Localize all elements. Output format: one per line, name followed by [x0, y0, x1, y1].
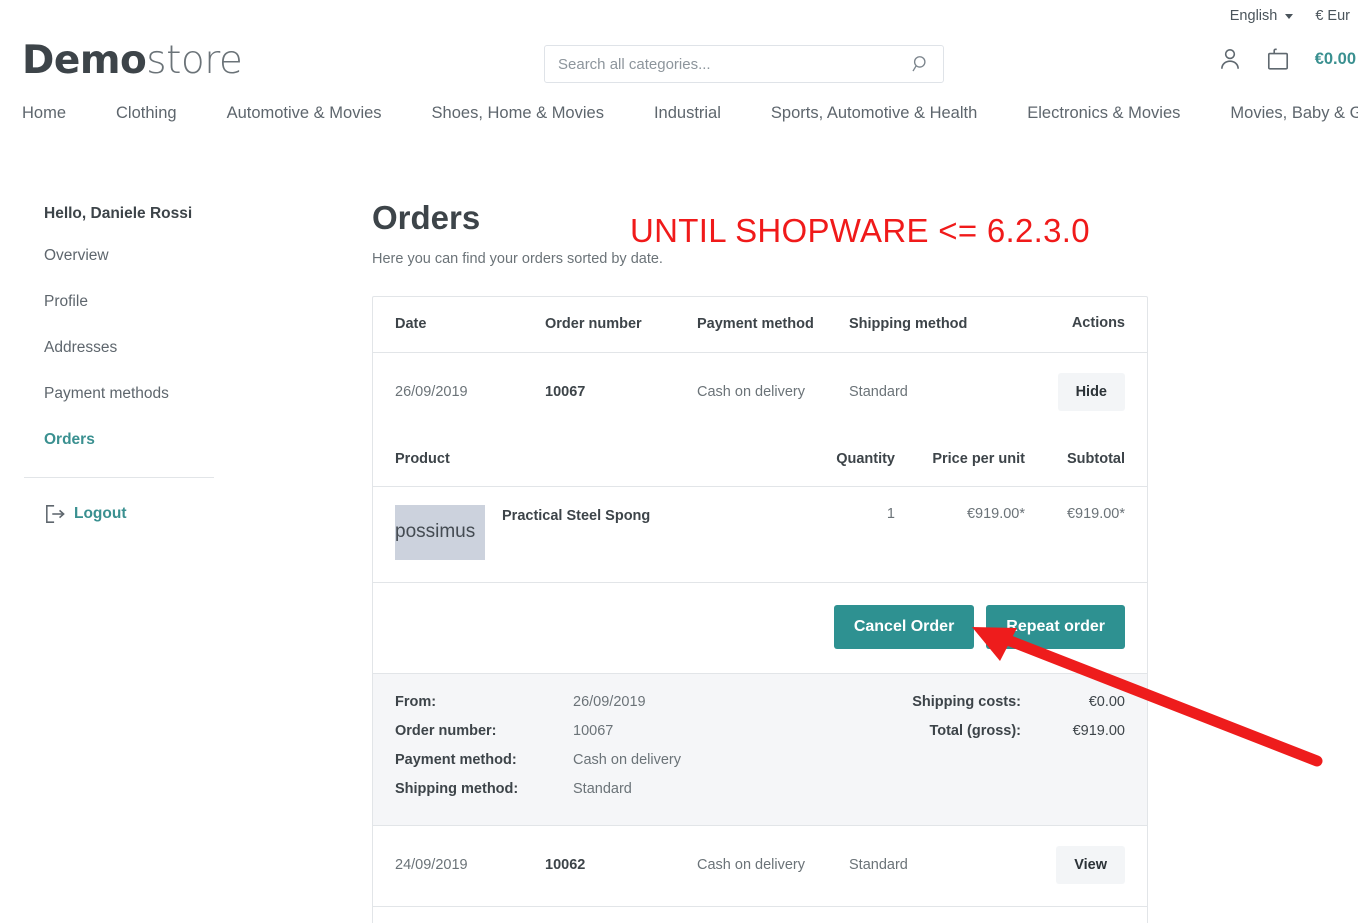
version-annotation-text: UNTIL SHOPWARE <= 6.2.3.0 [630, 212, 1090, 249]
summary-line-from: From: 26/09/2019 [395, 694, 795, 710]
sidebar-item-payment-methods[interactable]: Payment methods [24, 385, 324, 403]
col-header-date: Date [395, 315, 427, 332]
col-header-order-number: Order number [545, 315, 642, 332]
col-header-payment-method: Payment method [697, 315, 814, 332]
order-payment-method: Cash on delivery [697, 856, 805, 873]
nav-item-shoes-home-movies[interactable]: Shoes, Home & Movies [432, 104, 604, 123]
sidebar-item-addresses[interactable]: Addresses [24, 339, 324, 357]
table-row: 24/09/2019 10062 Cash on delivery Standa… [373, 826, 1147, 907]
cancel-order-button[interactable]: Cancel Order [833, 604, 975, 649]
nav-item-industrial[interactable]: Industrial [654, 104, 721, 123]
storefront-page: English € Eur Demostore Search all categ… [0, 0, 1358, 923]
summary-shipping-costs-value: €0.00 [1088, 693, 1125, 710]
order-number: 10067 [545, 383, 586, 400]
nav-item-home[interactable]: Home [22, 104, 66, 123]
nav-item-clothing[interactable]: Clothing [116, 104, 177, 123]
summary-payment-method-value: Cash on delivery [573, 751, 681, 768]
header-icon-group: €0.00 [1217, 46, 1356, 72]
sidebar-item-orders[interactable]: Orders [24, 431, 324, 449]
search-icon[interactable] [911, 54, 931, 74]
order-action-buttons: Cancel Order Repeat order [373, 583, 1147, 674]
summary-line-payment-method: Payment method: Cash on delivery [395, 752, 795, 768]
col-header-subtotal: Subtotal [1067, 450, 1125, 467]
orders-table-header: Date Order number Payment method Shippin… [373, 297, 1147, 353]
order-shipping-method: Standard [849, 856, 908, 873]
search-container [544, 45, 944, 83]
repeat-order-button[interactable]: Repeat order [986, 604, 1125, 649]
sidebar-logout-label: Logout [74, 505, 127, 522]
table-row: 26/09/2019 10067 Cash on delivery Standa… [373, 353, 1147, 433]
product-price-per-unit: €919.00* [966, 505, 1025, 522]
nav-item-automotive-movies[interactable]: Automotive & Movies [227, 104, 382, 123]
summary-line-order-number: Order number: 10067 [395, 723, 795, 739]
sidebar-item-profile[interactable]: Profile [24, 293, 324, 311]
cart-total[interactable]: €0.00 [1315, 50, 1356, 69]
table-row: 24/09/2019 10061 Cash on delivery Standa… [373, 907, 1147, 923]
order-summary-left: From: 26/09/2019 Order number: 10067 Pay… [395, 694, 795, 797]
orders-content: Orders UNTIL SHOPWARE <= 6.2.3.0 Here yo… [372, 198, 1152, 923]
summary-shipping-method-value: Standard [573, 780, 632, 797]
language-label: English [1229, 8, 1278, 24]
summary-from-value: 26/09/2019 [573, 693, 646, 710]
order-payment-method: Cash on delivery [697, 383, 805, 400]
col-header-quantity: Quantity [836, 450, 895, 467]
nav-item-movies-baby-grocery[interactable]: Movies, Baby & Grocery [1230, 104, 1358, 123]
summary-payment-method-label: Payment method: [395, 751, 517, 768]
sidebar-divider [24, 477, 214, 478]
logo-bold-text: Demo [22, 38, 147, 83]
summary-total-label: Total (gross): [929, 722, 1021, 739]
sidebar-item-logout[interactable]: Logout [24, 504, 324, 524]
utility-topbar: English € Eur [0, 0, 1358, 32]
order-summary-panel: From: 26/09/2019 Order number: 10067 Pay… [373, 673, 1147, 826]
orders-table: Date Order number Payment method Shippin… [372, 295, 1148, 923]
order-shipping-method: Standard [849, 383, 908, 400]
summary-order-number-label: Order number: [395, 722, 497, 739]
account-icon[interactable] [1217, 46, 1243, 72]
logo-light-text: store [146, 38, 243, 83]
nav-item-sports-automotive-health[interactable]: Sports, Automotive & Health [771, 104, 977, 123]
summary-total-value: €919.00 [1072, 722, 1125, 739]
order-summary-right: Shipping costs: €0.00 Total (gross): €91… [795, 694, 1125, 797]
language-selector[interactable]: English [1230, 8, 1294, 24]
site-logo[interactable]: Demostore [22, 38, 243, 83]
col-header-actions: Actions [1071, 314, 1125, 331]
summary-line-shipping-costs: Shipping costs: €0.00 [795, 694, 1125, 710]
currency-label: € Eur [1315, 8, 1350, 24]
nav-item-electronics-movies[interactable]: Electronics & Movies [1027, 104, 1180, 123]
sidebar-item-overview[interactable]: Overview [24, 247, 324, 265]
page-title: Orders [372, 199, 481, 236]
product-subtotal: €919.00* [1066, 505, 1125, 522]
order-line-item: possimus Practical Steel Spong 1 €919.00… [373, 487, 1147, 583]
col-header-product: Product [395, 450, 450, 467]
hide-order-button[interactable]: Hide [1057, 372, 1125, 411]
col-header-shipping-method: Shipping method [849, 315, 968, 332]
col-header-price-per-unit: Price per unit [932, 450, 1025, 467]
logout-icon [46, 505, 65, 523]
order-date: 24/09/2019 [395, 856, 468, 873]
order-products-header: Product Quantity Price per unit Subtotal [373, 433, 1147, 487]
site-header: Demostore €0.00 [0, 32, 1358, 98]
product-thumbnail-text: possimus [395, 521, 476, 543]
main-navigation: Home Clothing Automotive & Movies Shoes,… [0, 104, 1358, 142]
account-sidebar: Hello, Daniele Rossi Overview Profile Ad… [24, 205, 324, 524]
product-name[interactable]: Practical Steel Spong [502, 505, 650, 560]
summary-order-number-value: 10067 [573, 722, 614, 739]
summary-from-label: From: [395, 693, 437, 710]
chevron-down-icon [1285, 13, 1294, 19]
cart-bag-icon[interactable] [1265, 46, 1291, 72]
summary-shipping-costs-label: Shipping costs: [912, 693, 1021, 710]
summary-shipping-method-label: Shipping method: [395, 780, 519, 797]
view-order-button[interactable]: View [1056, 845, 1125, 884]
product-quantity: 1 [886, 505, 895, 522]
summary-line-total: Total (gross): €919.00 [795, 723, 1125, 739]
product-thumbnail[interactable]: possimus [395, 504, 485, 560]
summary-line-shipping-method: Shipping method: Standard [395, 781, 795, 797]
sidebar-greeting: Hello, Daniele Rossi [44, 205, 193, 222]
currency-selector[interactable]: € Eur [1315, 8, 1350, 24]
search-input[interactable] [544, 45, 944, 83]
order-number: 10062 [545, 856, 586, 873]
order-date: 26/09/2019 [395, 383, 468, 400]
page-subtitle: Here you can find your orders sorted by … [372, 250, 663, 267]
